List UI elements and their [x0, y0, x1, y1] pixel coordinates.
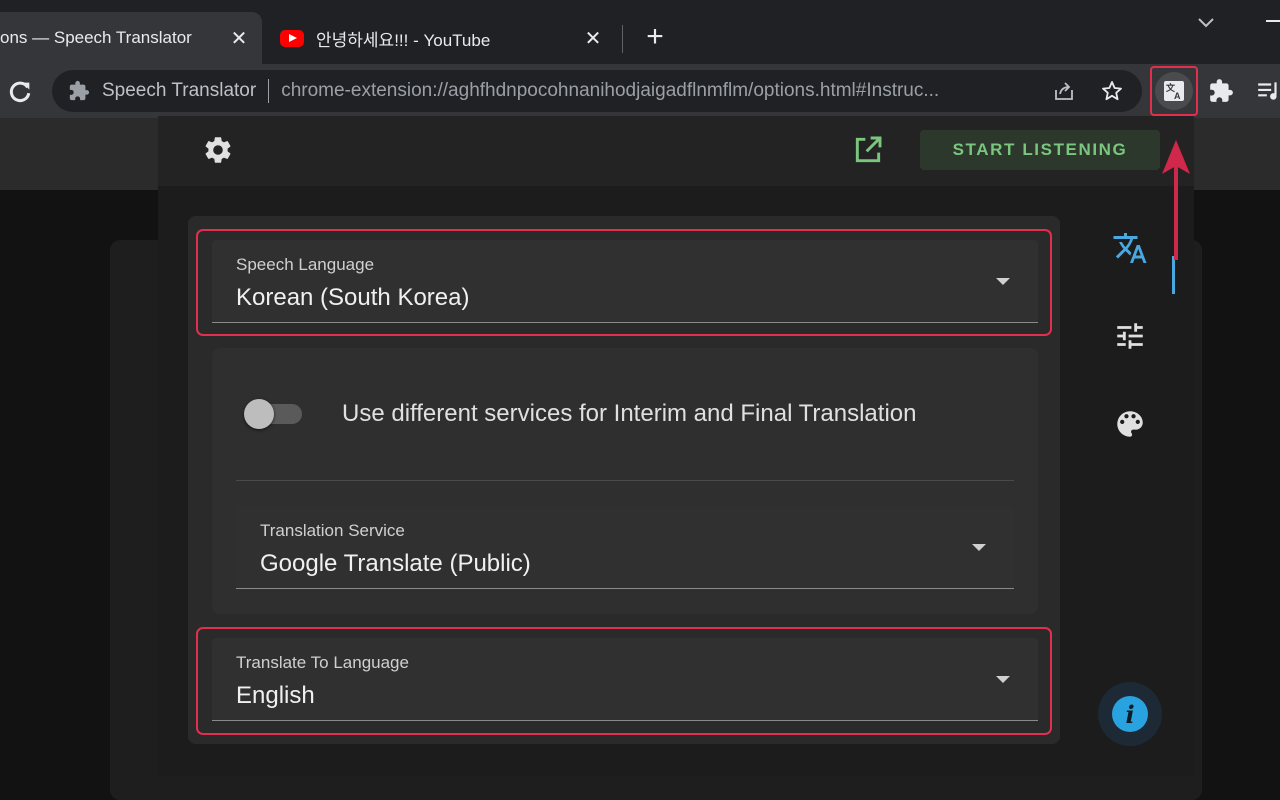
translation-service-select[interactable]: Translation Service Google Translate (Pu… — [236, 506, 1014, 589]
extension-icon — [69, 80, 90, 101]
nav-translate[interactable] — [1098, 216, 1162, 280]
different-services-toggle[interactable] — [244, 399, 302, 429]
minimize-button[interactable] — [1266, 20, 1280, 22]
highlight-speech-language — [196, 229, 1052, 336]
translate-icon: 文 A — [1164, 81, 1184, 101]
palette-icon — [1117, 411, 1143, 437]
url-text[interactable]: chrome-extension://aghfhdnpocohnanihodja… — [281, 80, 1029, 102]
toggle-label: Use different services for Interim and F… — [342, 400, 917, 427]
open-in-new-icon[interactable] — [852, 134, 884, 166]
divider — [236, 480, 1014, 481]
popup-header: START LISTENING — [158, 116, 1194, 186]
nav-settings-tune[interactable] — [1098, 304, 1162, 368]
tab-title: ons — Speech Translator — [0, 28, 192, 47]
info-icon: i — [1112, 696, 1148, 732]
dropdown-arrow-icon — [972, 544, 986, 551]
speech-translator-extension-button[interactable]: 文 A — [1150, 66, 1198, 116]
info-button[interactable]: i — [1098, 682, 1162, 746]
translation-service-card: Use different services for Interim and F… — [212, 348, 1038, 614]
tab-title: 안녕하세요!!! - YouTube — [316, 30, 491, 50]
tune-icon — [1117, 323, 1143, 349]
share-icon[interactable] — [1052, 79, 1076, 103]
new-tab-button[interactable]: + — [640, 22, 670, 52]
site-name: Speech Translator — [102, 80, 257, 101]
extension-popup: START LISTENING Speech Language Korean (… — [158, 116, 1194, 776]
nav-theme[interactable] — [1098, 392, 1162, 456]
media-control-icon[interactable] — [1256, 78, 1280, 104]
translate-icon — [1113, 233, 1147, 263]
extensions-puzzle-icon[interactable] — [1208, 78, 1234, 104]
chevron-down-icon[interactable] — [1194, 10, 1218, 34]
translation-service-label: Translation Service — [260, 521, 405, 540]
toggle-knob — [244, 399, 274, 429]
svg-text:A: A — [1174, 91, 1181, 101]
start-listening-button[interactable]: START LISTENING — [920, 130, 1160, 170]
omnibox-divider — [268, 79, 270, 103]
browser-toolbar: Speech Translator chrome-extension://agh… — [0, 64, 1280, 118]
bookmark-star-icon[interactable] — [1100, 79, 1124, 103]
close-icon[interactable]: ✕ — [580, 25, 606, 51]
settings-gear-icon[interactable] — [202, 134, 234, 166]
highlight-translate-to-language — [196, 627, 1052, 735]
close-icon[interactable]: ✕ — [226, 25, 252, 51]
annotation-arrow-icon — [1162, 140, 1190, 260]
youtube-icon — [280, 29, 304, 47]
translation-service-value: Google Translate (Public) — [260, 550, 531, 577]
tab-separator — [622, 25, 623, 53]
address-bar[interactable]: Speech Translator chrome-extension://agh… — [52, 70, 1142, 112]
reload-icon[interactable] — [6, 78, 34, 106]
tab-youtube[interactable]: 안녕하세요!!! - YouTube ✕ — [266, 12, 616, 64]
tab-strip: ons — Speech Translator ✕ 안녕하세요!!! - You… — [0, 0, 1280, 64]
tab-speech-translator[interactable]: ons — Speech Translator ✕ — [0, 12, 262, 64]
